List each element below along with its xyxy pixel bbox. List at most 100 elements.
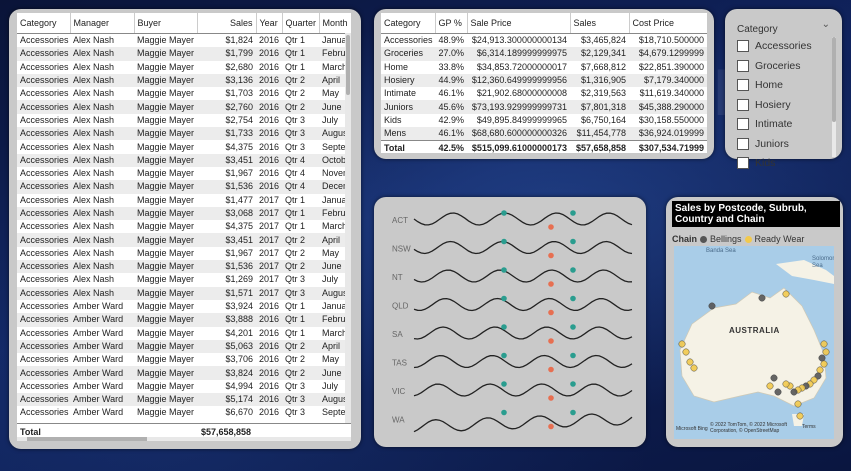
table-row[interactable]: Accessories Amber Ward Maggie Mayer $5,174 2… bbox=[17, 393, 351, 407]
map-marker[interactable] bbox=[774, 388, 782, 396]
map-canvas[interactable]: Banda Sea Solomon Sea AUSTRALIA Microsof… bbox=[674, 246, 834, 439]
table-row[interactable]: Intimate 46.1% $21,902.68000000008 $2,319,5… bbox=[381, 87, 707, 100]
map-terms-link[interactable]: Terms bbox=[802, 424, 816, 430]
sales-table-horizontal-scrollbar[interactable] bbox=[17, 437, 351, 441]
map-marker[interactable] bbox=[690, 364, 698, 372]
slicer-scroll-thumb[interactable] bbox=[832, 37, 836, 122]
table-row[interactable]: Accessories Alex Nash Maggie Mayer $3,451 20… bbox=[17, 233, 351, 247]
slicer-scrollbar[interactable] bbox=[832, 37, 836, 157]
table-cell: Alex Nash bbox=[70, 233, 134, 247]
map-marker[interactable] bbox=[678, 340, 686, 348]
checkbox[interactable] bbox=[737, 98, 749, 111]
checkbox[interactable] bbox=[737, 40, 749, 52]
column-header-sale-price[interactable]: Sale Price bbox=[467, 13, 571, 34]
scroll-thumb[interactable] bbox=[346, 35, 350, 95]
checkbox[interactable] bbox=[737, 79, 749, 91]
table-row[interactable]: Accessories Alex Nash Maggie Mayer $2,754 20… bbox=[17, 114, 351, 127]
table-row[interactable]: Accessories Amber Ward Maggie Mayer $3,888 2… bbox=[17, 313, 351, 327]
column-header-manager[interactable]: Manager bbox=[70, 13, 135, 34]
category-table-container[interactable]: Category GP % Sale Price Sales Cost Price Ac… bbox=[381, 13, 707, 153]
table-row[interactable]: Accessories Alex Nash Maggie Mayer $1,799 20… bbox=[17, 47, 351, 61]
table-row[interactable]: Accessories Alex Nash Maggie Mayer $2,680 20… bbox=[17, 61, 351, 74]
column-header-buyer[interactable]: Buyer bbox=[134, 13, 198, 34]
slicer-item-accessories[interactable]: Accessories bbox=[737, 40, 812, 52]
table-row[interactable]: Accessories Alex Nash Maggie Mayer $1,824 20… bbox=[17, 34, 351, 48]
table-row[interactable]: Accessories Alex Nash Maggie Mayer $1,269 20… bbox=[17, 273, 351, 286]
chevron-down-icon[interactable]: ⌄ bbox=[822, 19, 830, 30]
sales-table-container[interactable]: Category Manager Buyer Sales Year Quarter Mont… bbox=[17, 13, 351, 441]
table-cell: Alex Nash bbox=[70, 286, 134, 300]
slicer-item-home[interactable]: Home bbox=[737, 79, 783, 91]
map-marker[interactable] bbox=[782, 290, 790, 298]
column-header-year[interactable]: Year bbox=[256, 13, 283, 34]
table-row[interactable]: Accessories Alex Nash Maggie Mayer $4,375 20… bbox=[17, 140, 351, 153]
map-marker[interactable] bbox=[790, 388, 798, 396]
table-row[interactable]: Accessories Alex Nash Maggie Mayer $3,068 20… bbox=[17, 206, 351, 221]
column-header-gp-[interactable]: GP % bbox=[435, 13, 468, 34]
column-header-category[interactable]: Category bbox=[381, 13, 436, 34]
sparkline-high-marker bbox=[570, 409, 576, 416]
table-row[interactable]: Accessories 48.9% $24,913.300000000134 $3,4… bbox=[381, 34, 707, 48]
map-marker[interactable] bbox=[820, 340, 828, 348]
table-row[interactable]: Accessories Amber Ward Maggie Mayer $3,824 2… bbox=[17, 366, 351, 380]
column-header-sales[interactable]: Sales bbox=[197, 13, 257, 34]
map-marker[interactable] bbox=[766, 382, 774, 390]
table-row[interactable]: Kids 42.9% $49,895.84999999965 $6,750,164 $3… bbox=[381, 114, 707, 127]
table-row[interactable]: Accessories Alex Nash Maggie Mayer $1,967 20… bbox=[17, 167, 351, 180]
map-marker[interactable] bbox=[820, 360, 828, 368]
table-row[interactable]: Accessories Alex Nash Maggie Mayer $4,375 20… bbox=[17, 220, 351, 233]
map-marker[interactable] bbox=[770, 374, 778, 382]
table-row[interactable]: Accessories Alex Nash Maggie Mayer $3,136 20… bbox=[17, 73, 351, 88]
table-cell: Qtr 2 bbox=[282, 260, 319, 274]
column-header-sales[interactable]: Sales bbox=[570, 13, 630, 34]
table-row[interactable]: Accessories Amber Ward Maggie Mayer $3,706 2… bbox=[17, 353, 351, 366]
table-row[interactable]: Accessories Amber Ward Maggie Mayer $4,201 2… bbox=[17, 327, 351, 340]
map-marker[interactable] bbox=[818, 354, 826, 362]
checkbox[interactable] bbox=[737, 157, 749, 169]
table-row[interactable]: Accessories Alex Nash Maggie Mayer $3,451 20… bbox=[17, 153, 351, 167]
table-row[interactable]: Groceries 27.0% $6,314.189999999975 $2,129,… bbox=[381, 47, 707, 61]
table-row[interactable]: Accessories Alex Nash Maggie Mayer $1,733 20… bbox=[17, 127, 351, 141]
table-row[interactable]: Juniors 45.6% $73,193.929999999731 $7,801,3… bbox=[381, 100, 707, 114]
table-row[interactable]: Accessories Alex Nash Maggie Mayer $1,571 20… bbox=[17, 286, 351, 300]
table-row[interactable]: Accessories Alex Nash Maggie Mayer $1,703 20… bbox=[17, 87, 351, 100]
table-row[interactable]: Accessories Alex Nash Maggie Mayer $1,536 20… bbox=[17, 180, 351, 194]
hscroll-thumb[interactable] bbox=[27, 437, 147, 441]
column-header-category[interactable]: Category bbox=[17, 13, 71, 34]
checkbox[interactable] bbox=[737, 59, 749, 72]
map-marker[interactable] bbox=[682, 348, 690, 356]
map-marker[interactable] bbox=[782, 380, 790, 388]
slicer-item-hosiery[interactable]: Hosiery bbox=[737, 98, 791, 111]
slicer-item-kids[interactable]: Kids bbox=[737, 157, 775, 169]
sales-table-vertical-scrollbar[interactable] bbox=[345, 33, 351, 423]
table-row[interactable]: Hosiery 44.9% $12,360.649999999956 $1,316,9… bbox=[381, 73, 707, 88]
map-marker[interactable] bbox=[758, 294, 766, 302]
table-row[interactable]: Mens 46.1% $68,680.600000000326 $11,454,778… bbox=[381, 127, 707, 141]
table-row[interactable]: Accessories Alex Nash Maggie Mayer $2,760 20… bbox=[17, 100, 351, 114]
table-row[interactable]: Accessories Alex Nash Maggie Mayer $1,477 20… bbox=[17, 194, 351, 207]
slicer-item-groceries[interactable]: Groceries bbox=[737, 59, 801, 72]
map-marker[interactable] bbox=[796, 412, 804, 420]
table-row[interactable]: Accessories Amber Ward Maggie Mayer $4,994 2… bbox=[17, 380, 351, 393]
table-row[interactable]: Accessories Amber Ward Maggie Mayer $6,670 2… bbox=[17, 406, 351, 419]
table-row[interactable]: Accessories Amber Ward Maggie Mayer $3,924 2… bbox=[17, 300, 351, 313]
map-marker[interactable] bbox=[708, 302, 716, 310]
map-marker[interactable] bbox=[822, 348, 830, 356]
checkbox[interactable] bbox=[737, 137, 749, 150]
table-row[interactable]: Accessories Alex Nash Maggie Mayer $1,536 20… bbox=[17, 260, 351, 274]
table-cell: Alex Nash bbox=[70, 153, 134, 167]
column-header-cost-price[interactable]: Cost Price bbox=[629, 13, 707, 34]
map-marker[interactable] bbox=[816, 366, 824, 374]
table-row[interactable]: Home 33.8% $34,853.72000000017 $7,668,812 $2… bbox=[381, 61, 707, 74]
column-header-quarter[interactable]: Quarter bbox=[282, 13, 320, 34]
map-marker[interactable] bbox=[686, 358, 694, 366]
total-cell: $307,534.71999 bbox=[629, 140, 707, 153]
table-row[interactable]: Accessories Alex Nash Maggie Mayer $1,967 20… bbox=[17, 247, 351, 260]
sparkline-low-marker bbox=[548, 252, 554, 259]
checkbox[interactable] bbox=[737, 118, 749, 130]
slicer-item-intimate[interactable]: Intimate bbox=[737, 118, 792, 130]
column-header-month[interactable]: Month bbox=[319, 13, 351, 34]
table-row[interactable]: Accessories Amber Ward Maggie Mayer $5,063 2… bbox=[17, 339, 351, 354]
slicer-item-juniors[interactable]: Juniors bbox=[737, 137, 789, 150]
map-marker[interactable] bbox=[794, 400, 802, 408]
